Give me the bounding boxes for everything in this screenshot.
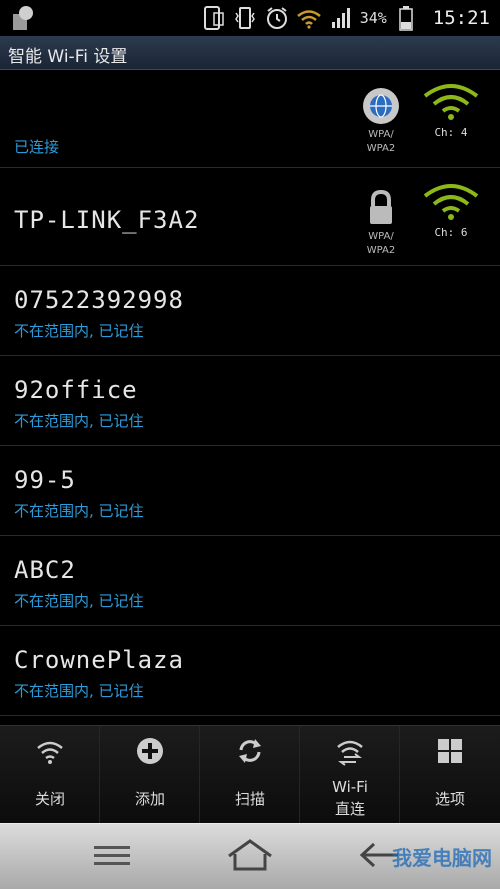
- action-bar: 关闭 添加 扫描 Wi-Fi 直连 选项: [0, 725, 500, 824]
- add-icon: [135, 736, 165, 766]
- menu-button[interactable]: [82, 836, 142, 878]
- menu-icon: [92, 843, 132, 871]
- wifi-direct-button[interactable]: Wi-Fi 直连: [300, 726, 400, 824]
- network-item[interactable]: TP-LINK_F3A2 WPA/ WPA2 Ch: 6: [0, 168, 500, 266]
- network-item[interactable]: ABC2 不在范围内, 已记住: [0, 536, 500, 626]
- home-button[interactable]: [220, 836, 280, 878]
- network-item[interactable]: CrownePlaza 不在范围内, 已记住: [0, 626, 500, 716]
- wifi-off-icon: [35, 736, 65, 766]
- wifi-direct-icon: [335, 736, 365, 766]
- network-name: CrownePlaza: [14, 646, 184, 674]
- refresh-icon: [235, 736, 265, 766]
- network-item-connected[interactable]: 已连接 WPA/ WPA2 Ch: 4: [0, 70, 500, 168]
- wifi-signal-icon: [421, 180, 481, 220]
- wifi-signal-icon: [421, 80, 481, 120]
- network-item[interactable]: 99-5 不在范围内, 已记住: [0, 446, 500, 536]
- app-notification-icon: [10, 4, 38, 32]
- network-status: 不在范围内, 已记住: [14, 502, 144, 520]
- scan-button[interactable]: 扫描: [200, 726, 300, 824]
- security-label: WPA/ WPA2: [366, 129, 396, 154]
- wifi-icon: [296, 5, 322, 31]
- vibrate-icon: [232, 5, 258, 31]
- network-name: TP-LINK_F3A2: [14, 206, 200, 234]
- security-label: WPA/ WPA2: [366, 231, 396, 256]
- action-label: 添加: [134, 790, 165, 808]
- signal-indicator: Ch: 6: [420, 180, 482, 239]
- phone-icon: [200, 5, 226, 31]
- network-list: 已连接 WPA/ WPA2 Ch: 4 TP-LINK_F3A2 WPA/ WP…: [0, 70, 500, 716]
- lock-icon: [361, 188, 401, 228]
- home-icon: [225, 838, 275, 876]
- network-name: 99-5: [14, 466, 76, 494]
- network-status: 已连接: [14, 138, 60, 156]
- add-button[interactable]: 添加: [100, 726, 200, 824]
- network-status: 不在范围内, 已记住: [14, 682, 144, 700]
- channel-label: Ch: 6: [434, 226, 468, 239]
- network-item[interactable]: 92office 不在范围内, 已记住: [0, 356, 500, 446]
- battery-percent: 34%: [359, 9, 387, 27]
- status-bar: 34% 15:21: [0, 0, 500, 36]
- alarm-icon: [264, 5, 290, 31]
- network-name: 92office: [14, 376, 138, 404]
- network-status: 不在范围内, 已记住: [14, 592, 144, 610]
- security-indicator: WPA/ WPA2: [358, 86, 404, 156]
- battery-icon: [393, 5, 419, 31]
- grid-icon: [435, 736, 465, 766]
- wps-globe-icon: [361, 86, 401, 126]
- channel-label: Ch: 4: [434, 126, 468, 139]
- network-name: 07522392998: [14, 286, 184, 314]
- options-button[interactable]: 选项: [400, 726, 500, 824]
- network-status: 不在范围内, 已记住: [14, 322, 144, 340]
- action-label: 扫描: [234, 790, 265, 808]
- watermark: 我爱电脑网: [392, 846, 492, 870]
- signal-indicator: Ch: 4: [420, 80, 482, 139]
- cell-signal-icon: [328, 5, 354, 31]
- action-label: Wi-Fi: [332, 778, 368, 796]
- action-label: 关闭: [34, 790, 65, 808]
- action-label: 选项: [434, 790, 465, 808]
- title-bar: 智能 Wi-Fi 设置: [0, 36, 500, 70]
- network-name: ABC2: [14, 556, 76, 584]
- action-label-line2: 直连: [334, 800, 365, 818]
- clock: 15:21: [432, 7, 490, 29]
- wifi-off-button[interactable]: 关闭: [0, 726, 100, 824]
- navigation-bar: 我爱电脑网: [0, 823, 500, 889]
- network-status: 不在范围内, 已记住: [14, 412, 144, 430]
- security-indicator: WPA/ WPA2: [358, 188, 404, 258]
- page-title: 智能 Wi-Fi 设置: [8, 47, 128, 67]
- network-item[interactable]: 07522392998 不在范围内, 已记住: [0, 266, 500, 356]
